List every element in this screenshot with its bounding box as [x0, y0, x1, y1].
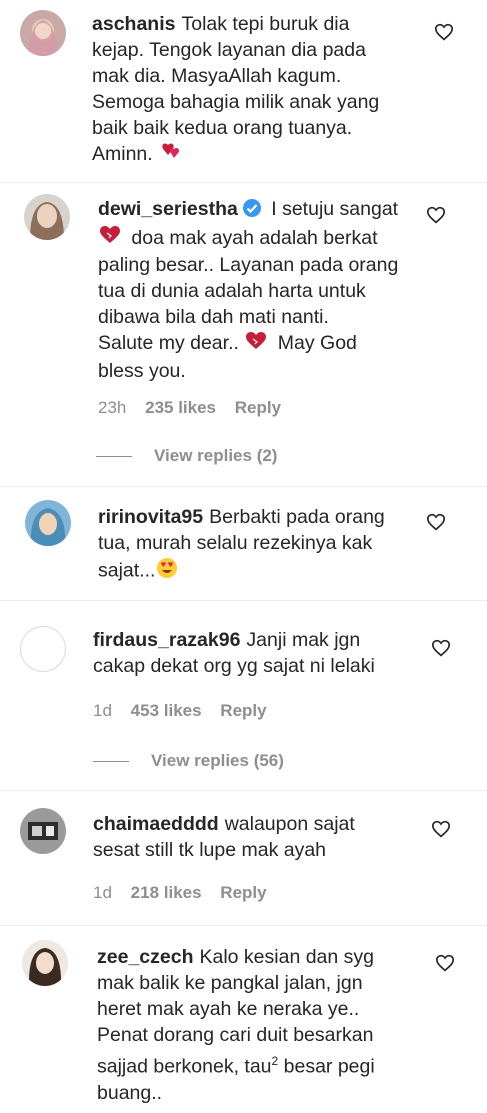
like-heart-icon[interactable] — [434, 23, 454, 41]
divider — [0, 790, 487, 791]
comment-text: aschanis Tolak tepi buruk dia kejap. Teng… — [92, 11, 432, 168]
replies-line — [96, 456, 132, 458]
avatar-chaimaedddd-image — [20, 808, 66, 854]
reply-button[interactable]: Reply — [220, 883, 266, 902]
username[interactable]: dewi_seriestha — [98, 198, 238, 220]
avatar-dewi-image — [24, 194, 70, 240]
comment-meta: 1d 218 likes Reply — [93, 883, 281, 903]
like-heart-icon[interactable] — [431, 820, 451, 838]
replies-line — [93, 761, 129, 763]
divider — [0, 486, 487, 487]
heart-emoji — [244, 331, 268, 358]
timestamp: 23h — [98, 398, 127, 417]
like-heart-icon[interactable] — [426, 513, 446, 531]
like-heart-icon[interactable] — [431, 639, 451, 657]
divider — [0, 925, 487, 926]
heart-emoji — [98, 225, 122, 252]
avatar-zee-czech-image — [22, 940, 68, 986]
username[interactable]: firdaus_razak96 — [93, 629, 240, 651]
username[interactable]: zee_czech — [97, 946, 193, 968]
comment-text: chaimaedddd walaupon sajat sesat still tk… — [93, 813, 355, 861]
likes-count[interactable]: 235 likes — [145, 398, 216, 417]
likes-count[interactable]: 453 likes — [131, 701, 202, 720]
avatar-aschanis-image — [20, 10, 66, 56]
username[interactable]: aschanis — [92, 13, 175, 35]
comment-text: firdaus_razak96 Janji mak jgn cakap dekat… — [93, 629, 375, 677]
two-hearts-emoji — [158, 141, 184, 168]
avatar[interactable] — [20, 626, 66, 672]
comment-meta: 1d 453 likes Reply — [93, 701, 281, 721]
comment-text: dewi_seriestha I setuju sangat doa mak a… — [98, 198, 399, 382]
divider — [0, 600, 487, 601]
avatar[interactable] — [20, 10, 66, 56]
avatar[interactable] — [20, 808, 66, 854]
avatar[interactable] — [24, 194, 70, 240]
like-heart-icon[interactable] — [435, 954, 455, 972]
avatar[interactable] — [25, 500, 71, 546]
comment-text: zee_czech Kalo kesian dan syg mak balik k… — [97, 946, 375, 1104]
avatar[interactable] — [22, 940, 68, 986]
verified-badge-icon — [242, 198, 262, 225]
view-replies-button[interactable]: View replies (56) — [93, 751, 284, 771]
username[interactable]: chaimaedddd — [93, 813, 219, 835]
timestamp: 1d — [93, 883, 112, 902]
divider — [0, 182, 487, 183]
like-heart-icon[interactable] — [426, 206, 446, 224]
avatar-ririnovita-image — [25, 500, 71, 546]
reply-button[interactable]: Reply — [220, 701, 266, 720]
view-replies-button[interactable]: View replies (2) — [96, 446, 277, 466]
heart-eyes-emoji — [155, 556, 179, 587]
reply-button[interactable]: Reply — [235, 398, 281, 417]
username[interactable]: ririnovita95 — [98, 506, 203, 528]
timestamp: 1d — [93, 701, 112, 720]
comment-meta: 23h 235 likes Reply — [98, 398, 295, 418]
likes-count[interactable]: 218 likes — [131, 883, 202, 902]
comment-text: ririnovita95 Berbakti pada orang tua, mur… — [98, 504, 428, 587]
